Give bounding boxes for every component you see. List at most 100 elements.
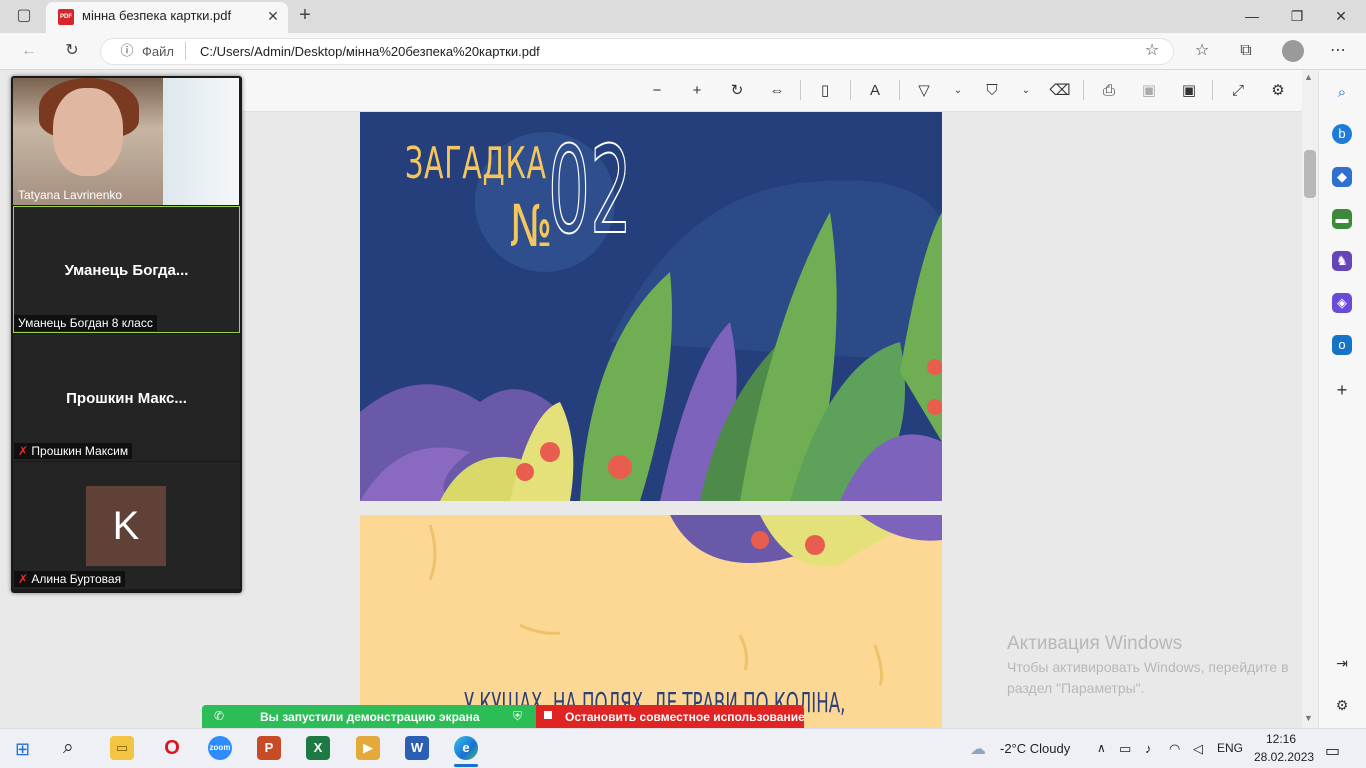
scrollbar-thumb[interactable] bbox=[1304, 150, 1316, 198]
new-tab-icon[interactable]: + bbox=[294, 4, 316, 26]
toolbar-divider bbox=[1083, 80, 1084, 100]
search-icon[interactable]: ⌕ bbox=[1332, 83, 1352, 103]
cloud-icon: ☁ bbox=[970, 741, 986, 758]
tab-title: мінна безпека картки.pdf bbox=[82, 8, 232, 23]
office-icon[interactable]: ◈ bbox=[1332, 293, 1352, 313]
add-favorite-icon[interactable]: ☆ bbox=[1141, 40, 1163, 62]
read-aloud-icon[interactable]: A bbox=[864, 80, 886, 102]
toolbar-divider bbox=[800, 80, 801, 100]
print-icon[interactable]: ⎙ bbox=[1098, 80, 1120, 102]
chevron-down-icon[interactable]: ⌄ bbox=[947, 80, 969, 102]
scroll-up-icon[interactable]: ▲ bbox=[1304, 72, 1313, 82]
stop-icon bbox=[544, 711, 552, 719]
zoom-app-icon[interactable]: zoom bbox=[208, 736, 232, 760]
file-explorer-icon[interactable]: ▭ bbox=[110, 736, 134, 760]
toolbar-divider bbox=[899, 80, 900, 100]
profile-avatar[interactable] bbox=[1282, 40, 1304, 62]
powerpoint-icon[interactable]: P bbox=[257, 736, 281, 760]
close-tab-icon[interactable]: ✕ bbox=[262, 5, 284, 27]
participant-label: Прошкин Макс... bbox=[66, 390, 187, 407]
more-menu-icon[interactable]: ⋯ bbox=[1327, 40, 1349, 62]
avatar: K bbox=[86, 486, 166, 566]
zoom-out-icon[interactable]: − bbox=[646, 80, 668, 102]
scroll-down-icon[interactable]: ▼ bbox=[1304, 713, 1313, 723]
close-window-icon[interactable]: ✕ bbox=[1331, 6, 1351, 26]
zoom-in-icon[interactable]: + bbox=[686, 80, 708, 102]
settings-gear-icon[interactable]: ⚙ bbox=[1267, 80, 1289, 102]
mic-muted-icon: ✗ bbox=[18, 444, 29, 458]
fit-width-icon[interactable]: ⇔ bbox=[766, 80, 788, 102]
participant-name: Алина Буртовая bbox=[31, 572, 122, 586]
active-app-indicator bbox=[454, 764, 478, 767]
tray-chevron-up-icon[interactable]: ∧ bbox=[1097, 741, 1106, 755]
riddle-number-sign: № bbox=[510, 192, 553, 260]
opera-icon[interactable]: O bbox=[160, 736, 184, 760]
media-player-icon[interactable]: ▶ bbox=[356, 736, 380, 760]
riddle-title: ЗАГАДКА bbox=[405, 138, 547, 189]
mic-muted-icon: ✗ bbox=[18, 572, 29, 586]
divider bbox=[185, 42, 186, 60]
participant-name: Tatyana Lavrinenko bbox=[18, 188, 123, 202]
participant-video[interactable] bbox=[13, 78, 239, 205]
excel-icon[interactable]: X bbox=[306, 736, 330, 760]
collections-icon[interactable]: ⧉ bbox=[1235, 40, 1257, 62]
draw-icon[interactable]: ▽ bbox=[913, 80, 935, 102]
participant-name-bar: ✗ Прошкин Максим bbox=[14, 443, 133, 459]
participant-label: Уманець Богда... bbox=[64, 262, 189, 279]
add-app-icon[interactable]: + bbox=[1332, 380, 1352, 400]
weather-text[interactable]: -2°C Cloudy bbox=[1000, 741, 1070, 756]
minimize-icon[interactable]: — bbox=[1242, 6, 1262, 26]
info-icon[interactable]: ⓘ bbox=[116, 40, 138, 62]
phone-icon: ✆ bbox=[214, 709, 225, 723]
refresh-icon[interactable]: ↻ bbox=[61, 40, 83, 62]
wifi-icon[interactable]: ◠ bbox=[1169, 741, 1180, 757]
save-icon[interactable]: ▣ bbox=[1138, 80, 1160, 102]
back-icon[interactable]: ← bbox=[18, 40, 40, 62]
page-view-icon[interactable]: ▯ bbox=[814, 80, 836, 102]
notifications-icon[interactable]: ▭ bbox=[1325, 741, 1340, 761]
bing-chat-icon[interactable]: b bbox=[1332, 124, 1352, 144]
tools-icon[interactable]: ▬ bbox=[1332, 209, 1352, 229]
clock-date[interactable]: 28.02.2023 bbox=[1254, 750, 1314, 764]
pdf-file-icon: PDF bbox=[58, 9, 74, 25]
share-message: Вы запустили демонстрацию экрана bbox=[260, 710, 480, 724]
video-person-face bbox=[53, 88, 123, 176]
language-indicator[interactable]: ENG bbox=[1217, 741, 1243, 755]
save-as-icon[interactable]: ▣ bbox=[1178, 80, 1200, 102]
tab-actions-icon[interactable]: ▢ bbox=[13, 5, 35, 27]
word-icon[interactable]: W bbox=[405, 736, 429, 760]
participant-name: Прошкин Максим bbox=[31, 444, 129, 458]
outlook-icon[interactable]: o bbox=[1332, 335, 1352, 355]
chevron-down-icon[interactable]: ⌄ bbox=[1015, 80, 1037, 102]
participant-name: Уманець Богдан 8 класс bbox=[14, 315, 157, 331]
toolbar-divider bbox=[850, 80, 851, 100]
edge-icon[interactable]: e bbox=[454, 736, 478, 760]
video-background bbox=[163, 78, 239, 205]
clock-time[interactable]: 12:16 bbox=[1266, 732, 1296, 746]
search-icon[interactable]: ⌕ bbox=[63, 737, 74, 759]
eraser-icon[interactable]: ⌫ bbox=[1049, 80, 1071, 102]
activation-watermark-title: Активация Windows bbox=[1007, 633, 1183, 654]
games-icon[interactable]: ♞ bbox=[1332, 251, 1352, 271]
restore-icon[interactable]: ❐ bbox=[1287, 6, 1307, 26]
start-icon[interactable]: ⊞ bbox=[15, 739, 30, 760]
volume-icon[interactable]: ◁ bbox=[1193, 741, 1203, 757]
activation-watermark-body: Чтобы активировать Windows, перейдите в … bbox=[1007, 659, 1289, 696]
sidebar-toggle-icon[interactable]: ⇥ bbox=[1332, 653, 1352, 673]
battery-icon[interactable]: ▭ bbox=[1119, 741, 1131, 757]
participant-name-bar: ✗ Алина Буртовая bbox=[14, 571, 126, 587]
rotate-icon[interactable]: ↻ bbox=[726, 80, 748, 102]
taskbar bbox=[0, 728, 1366, 768]
shield-icon: ⛨ bbox=[513, 709, 523, 723]
address-scheme-label: Файл bbox=[142, 44, 174, 59]
highlight-icon[interactable]: ⛉ bbox=[981, 80, 1003, 102]
shopping-icon[interactable]: ◆ bbox=[1332, 167, 1352, 187]
riddle-number: 02 bbox=[547, 122, 632, 261]
url-text[interactable]: C:/Users/Admin/Desktop/мінна%20безпека%2… bbox=[200, 44, 540, 59]
fullscreen-icon[interactable]: ⤢ bbox=[1227, 80, 1249, 102]
sidebar-settings-icon[interactable]: ⚙ bbox=[1332, 695, 1352, 715]
stop-share-label: Остановить совместное использование bbox=[565, 710, 805, 724]
favorites-icon[interactable]: ☆ bbox=[1191, 40, 1213, 62]
microphone-icon[interactable]: ♪ bbox=[1145, 741, 1152, 756]
toolbar-divider bbox=[1212, 80, 1213, 100]
